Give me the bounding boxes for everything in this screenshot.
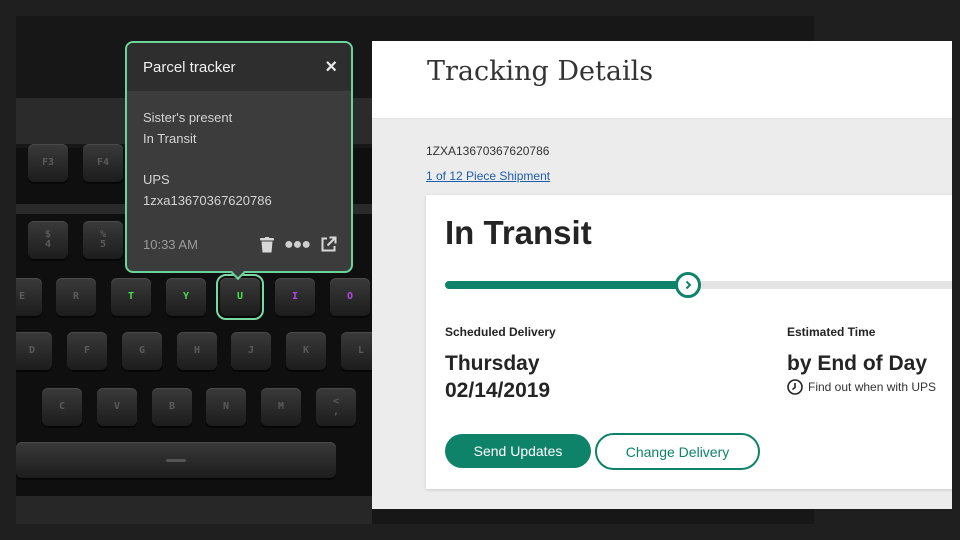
popup-actions: ●●●: [260, 236, 337, 253]
key-e: E: [16, 278, 42, 316]
key-comma: < ,: [316, 388, 356, 426]
estimated-time-value: by End of Day: [787, 352, 928, 375]
key-5: % 5: [83, 221, 123, 259]
key-space: [16, 442, 336, 478]
page-title: Tracking Details: [427, 56, 654, 87]
key-v: V: [97, 388, 137, 426]
chevron-right-icon: [685, 280, 692, 290]
clock-icon: [787, 379, 803, 395]
progress-marker: [675, 272, 701, 298]
popup-timestamp: 10:33 AM: [143, 237, 198, 252]
key-4: $ 4: [28, 221, 68, 259]
key-b: B: [152, 388, 192, 426]
key-h: H: [177, 332, 217, 370]
close-icon[interactable]: ×: [325, 57, 337, 77]
key-m: M: [261, 388, 301, 426]
key-k: K: [286, 332, 326, 370]
scheduled-date: 02/14/2019: [445, 379, 551, 402]
scheduled-delivery-label: Scheduled Delivery: [445, 325, 556, 339]
more-icon[interactable]: ●●●: [284, 236, 311, 252]
key-t: T: [111, 278, 151, 316]
scheduled-day: Thursday: [445, 352, 540, 375]
parcel-note: Sister's present: [143, 110, 233, 125]
parcel-carrier: UPS: [143, 172, 170, 187]
ups-hint-text: Find out when with UPS: [808, 380, 937, 394]
keyboard-frame-bottom: [16, 496, 372, 524]
key-f3: F3: [28, 144, 68, 182]
key-u: U: [216, 274, 264, 320]
piece-shipment-link[interactable]: 1 of 12 Piece Shipment: [426, 169, 550, 183]
change-delivery-button[interactable]: Change Delivery: [595, 433, 760, 470]
popup-footer: 10:33 AM ●●●: [143, 236, 337, 253]
external-link-icon[interactable]: [320, 236, 337, 253]
popup-header: Parcel tracker ×: [127, 43, 351, 91]
key-y: Y: [166, 278, 206, 316]
screen: F3 F4 $ 4 % 5 E R T Y U I O D F G H J K …: [0, 0, 960, 540]
trash-icon[interactable]: [260, 236, 274, 253]
key-d: D: [16, 332, 52, 370]
delivery-status: In Transit: [445, 214, 592, 251]
progress-track: [445, 272, 952, 298]
key-n: N: [206, 388, 246, 426]
ups-hint[interactable]: Find out when with UPS: [787, 379, 936, 395]
key-c: C: [42, 388, 82, 426]
estimated-time-label: Estimated Time: [787, 325, 876, 339]
parcel-tracking-number: 1zxa13670367620786: [143, 193, 272, 208]
key-i: I: [275, 278, 315, 316]
popup-title: Parcel tracker: [143, 58, 236, 76]
send-updates-button[interactable]: Send Updates: [445, 434, 591, 468]
progress-fill: [445, 281, 688, 289]
key-j: J: [231, 332, 271, 370]
parcel-tracker-popup: Parcel tracker × Sister's present In Tra…: [125, 41, 353, 273]
key-f4: F4: [83, 144, 123, 182]
key-f: F: [67, 332, 107, 370]
popup-body: Sister's present In Transit UPS 1zxa1367…: [127, 91, 351, 211]
key-g: G: [122, 332, 162, 370]
tracking-number: 1ZXA13670367620786: [426, 144, 550, 158]
parcel-status: In Transit: [143, 131, 197, 146]
status-card: In Transit Scheduled Delivery Thursday 0…: [426, 195, 952, 489]
key-r: R: [56, 278, 96, 316]
tracking-page: Tracking Details 1ZXA13670367620786 1 of…: [372, 41, 952, 509]
key-o: O: [330, 278, 370, 316]
